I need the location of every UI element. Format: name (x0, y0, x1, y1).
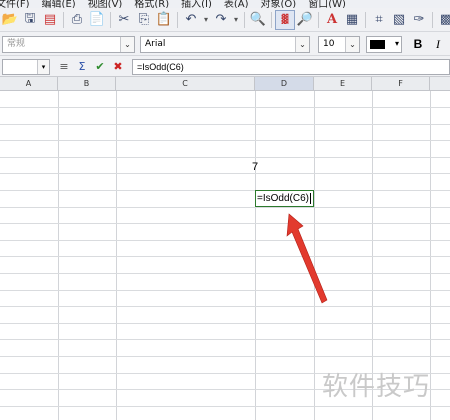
print-preview-icon[interactable]: 📄 (87, 10, 107, 30)
menu-item-7[interactable]: 窗口(W) (308, 0, 346, 8)
bold-button[interactable]: B (410, 36, 426, 53)
table-icon[interactable]: ▦ (342, 10, 362, 30)
grid-row-line (0, 207, 450, 208)
grid-row-line (0, 107, 450, 108)
font-color-swatch (370, 40, 385, 49)
grid-row-line (0, 290, 450, 291)
grid-row-line (0, 339, 450, 340)
cell-d7-editor[interactable]: =IsOdd(C6) (255, 190, 314, 207)
font-size-value: 10 (323, 39, 335, 49)
column-header-g[interactable] (430, 77, 450, 91)
grid-row-line (0, 124, 450, 125)
grid-row-line (0, 256, 450, 257)
font-color-button[interactable]: ▾ (366, 36, 402, 53)
column-header-f[interactable]: F (372, 77, 430, 91)
watermark: 软件技巧 (322, 372, 431, 402)
text-caret (309, 192, 311, 204)
grid-row-line (0, 223, 450, 224)
grid-row-line (0, 323, 450, 324)
grid-row-line (0, 240, 450, 241)
font-name-value: Arial (145, 39, 166, 49)
styles-icon[interactable]: ▩ (436, 10, 450, 30)
italic-button[interactable]: I (430, 36, 446, 53)
menu-item-2[interactable]: 视图(V) (88, 0, 123, 8)
menu-item-3[interactable]: 格式(R) (134, 0, 169, 8)
menu-item-1[interactable]: 编辑(E) (42, 0, 76, 8)
chevron-down-icon[interactable]: ⌄ (120, 37, 134, 52)
formatting-toolbar: 常规 ⌄ Arial ⌄ 10 ⌄ ▾ B I (0, 32, 450, 56)
column-header-d[interactable]: D (255, 77, 314, 91)
cut-icon[interactable]: ✂ (114, 10, 134, 30)
paste-icon[interactable]: 📋 (154, 10, 174, 30)
column-header-a[interactable]: A (0, 77, 58, 91)
grid-row-line (0, 173, 450, 174)
grid-row-line (0, 356, 450, 357)
menu-item-4[interactable]: 插入(I) (181, 0, 212, 8)
name-box[interactable]: ▾ (2, 59, 50, 75)
redo-icon[interactable]: ↷ (211, 10, 231, 30)
chevron-down-icon[interactable]: ▾ (231, 10, 241, 30)
column-header-e[interactable]: E (314, 77, 372, 91)
chevron-down-icon[interactable]: ▾ (395, 39, 399, 48)
find-icon[interactable]: 🔍 (248, 10, 268, 30)
cell-style-value: 常规 (7, 39, 26, 49)
accept-icon[interactable]: ✔ (92, 59, 108, 75)
fontwork-icon[interactable]: A (322, 10, 342, 30)
eraser-icon[interactable]: ▧ (389, 10, 409, 30)
cancel-icon[interactable]: ✖ (110, 59, 126, 75)
standard-toolbar: 📂 🖫 ▤ ⎙ 📄 ✂ ⎘ 📋 ↶ ▾ ↷ ▾ 🔍 ▓ 🔎 A ▦ ⌗ ▧ ✑ … (0, 8, 450, 32)
grid-row-line (0, 157, 450, 158)
font-name-select[interactable]: Arial ⌄ (140, 36, 310, 53)
grid-row-line (0, 406, 450, 407)
chevron-down-icon[interactable]: ⌄ (345, 37, 359, 52)
print-icon[interactable]: ⎙ (67, 10, 87, 30)
folder-open-icon[interactable]: 📂 (0, 10, 20, 30)
cell-c6[interactable]: 7 (252, 161, 258, 173)
menu-item-6[interactable]: 对象(O) (261, 0, 297, 8)
grid-row-line (0, 306, 450, 307)
menu-bar: 文件(F) 编辑(E) 视图(V) 格式(R) 插入(I) 表(A) 对象(O) 窗口(W) (0, 0, 450, 8)
zoom-icon[interactable]: 🔎 (295, 10, 315, 30)
grid-row-line (0, 273, 450, 274)
cell-style-select[interactable]: 常规 ⌄ (2, 36, 135, 53)
copy-icon[interactable]: ⎘ (134, 10, 154, 30)
formula-input[interactable]: =IsOdd(C6) (132, 59, 450, 75)
chevron-down-icon[interactable]: ▾ (37, 60, 49, 74)
grid-row-line (0, 190, 450, 191)
menu-item-0[interactable]: 文件(F) (0, 0, 30, 8)
grid-icon[interactable]: ⌗ (369, 10, 389, 30)
cell-d7-text: =IsOdd(C6) (257, 193, 309, 204)
column-header-b[interactable]: B (58, 77, 116, 91)
chevron-down-icon[interactable]: ▾ (201, 10, 211, 30)
chevron-down-icon[interactable]: ⌄ (295, 37, 309, 52)
save-icon[interactable]: 🖫 (20, 10, 40, 30)
export-pdf-icon[interactable]: ▤ (40, 10, 60, 30)
column-header-c[interactable]: C (116, 77, 255, 91)
font-size-select[interactable]: 10 ⌄ (318, 36, 360, 53)
undo-icon[interactable]: ↶ (181, 10, 201, 30)
chart-icon[interactable]: ▓ (275, 9, 295, 30)
clear-format-icon[interactable]: ✑ (409, 10, 429, 30)
formula-bar: ▾ ≡ Σ ✔ ✖ =IsOdd(C6) (0, 56, 450, 77)
menu-items: 文件(F) 编辑(E) 视图(V) 格式(R) 插入(I) 表(A) 对象(O) 窗口(W) (0, 0, 346, 8)
sum-icon[interactable]: Σ (74, 59, 90, 75)
function-wizard-icon[interactable]: ≡ (56, 59, 72, 75)
grid-row-line (0, 140, 450, 141)
menu-item-5[interactable]: 表(A) (224, 0, 249, 8)
